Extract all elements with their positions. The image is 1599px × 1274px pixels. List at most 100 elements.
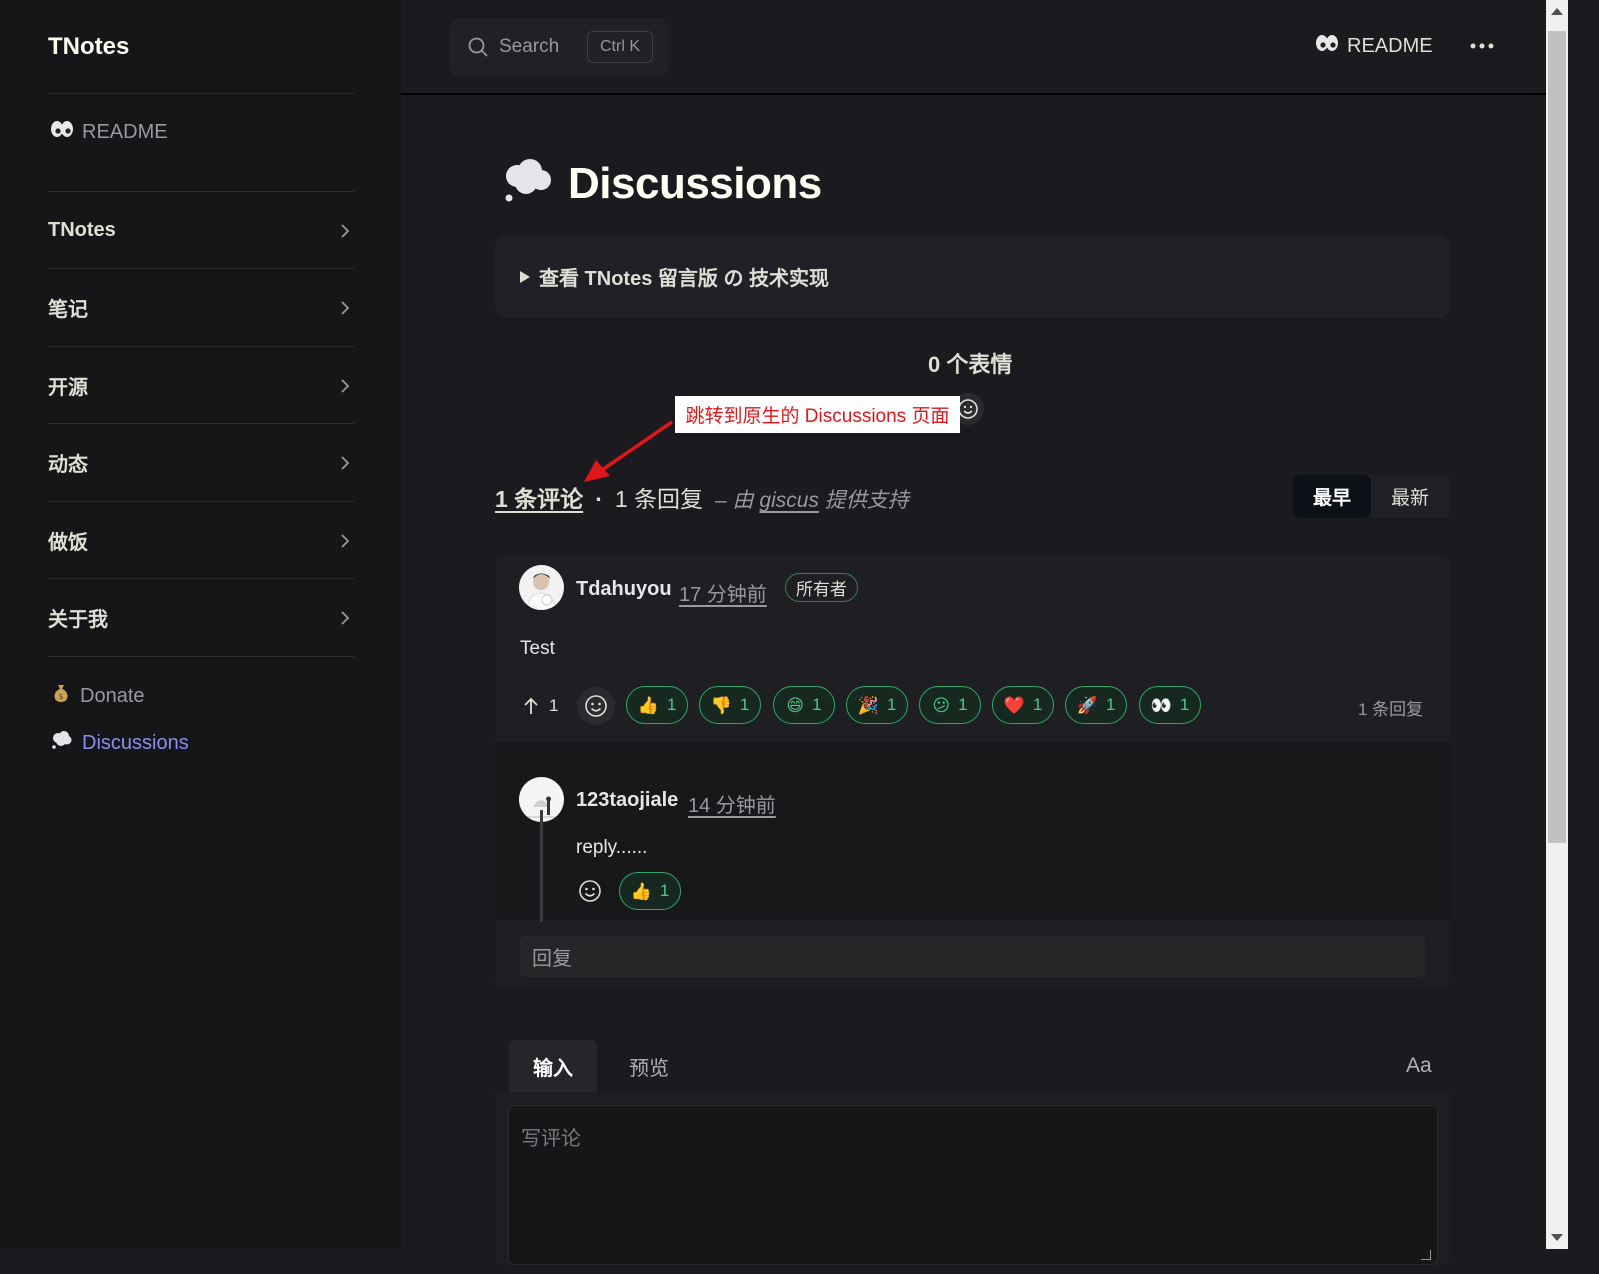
tab-write[interactable]: 输入 [509, 1040, 597, 1092]
sidebar: TNotes README TNotes 笔记 开源 动态 做饭 关于我 $ D… [0, 0, 401, 1249]
sidebar-divider [48, 93, 354, 94]
scroll-up-arrow-icon[interactable] [1551, 8, 1563, 15]
chevron-right-icon [341, 223, 350, 238]
comments-meta: 1 条评论 · 1 条回复 – 由 giscus 提供支持 [495, 480, 909, 514]
search-label: Search [499, 36, 560, 57]
money-bag-icon: $ [50, 682, 72, 710]
reaction-thumbs-up[interactable]: 👍 1 [626, 686, 688, 724]
sidebar-readme-link[interactable]: README [50, 120, 168, 144]
eyes-icon [50, 120, 74, 144]
reply-body: reply...... [576, 837, 648, 858]
tech-details-toggle[interactable]: 查看 TNotes 留言版 の 技术实现 [495, 235, 1450, 318]
sort-toggle: 最早 最新 [1293, 475, 1450, 518]
smiley-icon [579, 880, 601, 902]
comment-card: Tdahuyou 17 分钟前 所有者 Test 1 👍 1 👎 1 😄 1 🎉 1 😕… [495, 554, 1450, 990]
reaction-count: 1 [886, 695, 897, 714]
reply-author[interactable]: 123taojiale [576, 789, 678, 812]
chevron-right-icon [341, 455, 350, 470]
svg-text:$: $ [58, 692, 63, 701]
reaction-count: 1 [659, 881, 670, 900]
reaction-hooray[interactable]: 🎉 1 [846, 686, 908, 724]
comment-textarea[interactable]: 写评论 [508, 1105, 1438, 1265]
powered-by: – 由 giscus 提供支持 [715, 484, 909, 514]
reaction-thumbs-up[interactable]: 👍 1 [619, 872, 681, 910]
sidebar-group-activity[interactable]: 动态 [48, 424, 354, 501]
comment-time[interactable]: 17 分钟前 [679, 578, 767, 607]
smiley-icon [958, 399, 978, 419]
search-icon [468, 37, 488, 57]
sidebar-readme-label: README [82, 120, 168, 143]
reaction-count: 1 [1032, 695, 1043, 714]
tab-preview[interactable]: 预览 [605, 1040, 693, 1092]
add-reaction-button[interactable] [571, 872, 609, 910]
disclosure-triangle-icon [520, 270, 530, 283]
sidebar-group-label: 开源 [48, 377, 88, 399]
reaction-thumbs-down[interactable]: 👎 1 [699, 686, 761, 724]
page-scrollbar[interactable] [1546, 0, 1568, 1249]
arrow-up-icon [524, 697, 538, 714]
sidebar-group-open-source[interactable]: 开源 [48, 347, 354, 424]
comment-placeholder: 写评论 [521, 1128, 581, 1150]
giscus-link[interactable]: giscus [759, 489, 819, 512]
sidebar-group-notes[interactable]: 笔记 [48, 269, 354, 346]
sidebar-group-about[interactable]: 关于我 [48, 579, 354, 656]
reply-time[interactable]: 14 分钟前 [688, 789, 776, 818]
tech-details-summary: 查看 TNotes 留言版 の 技术实现 [539, 268, 830, 290]
chevron-right-icon [341, 378, 350, 393]
reply-thread-line [540, 810, 543, 922]
format-text-button[interactable]: Aa [1406, 1054, 1432, 1078]
sidebar-discussions-link[interactable]: Discussions [50, 729, 189, 757]
sidebar-donate-link[interactable]: $ Donate [50, 682, 145, 710]
meta-separator: · [595, 486, 603, 512]
thumbs-down-icon: 👎 [710, 695, 732, 715]
powered-prefix: – 由 [715, 489, 754, 512]
thought-balloon-icon [50, 729, 74, 757]
reaction-laugh[interactable]: 😄 1 [773, 686, 835, 724]
chevron-right-icon [341, 300, 350, 315]
reaction-count: 1 [958, 695, 968, 714]
reactions-count: 0 个表情 [928, 352, 1013, 377]
nav-readme-link[interactable]: README [1315, 34, 1433, 58]
sidebar-group-label: TNotes [48, 219, 116, 241]
thumbs-up-icon: 👍 [630, 881, 652, 901]
scroll-thumb[interactable] [1548, 31, 1566, 843]
reaction-confused[interactable]: 😕 1 [919, 686, 981, 724]
reaction-count: 1 [812, 695, 822, 714]
search-shortcut-key: Ctrl K [587, 31, 653, 63]
reply-input[interactable]: 回复 [520, 936, 1425, 977]
reaction-rocket[interactable]: 🚀 1 [1065, 686, 1127, 724]
thumbs-up-icon: 👍 [637, 695, 659, 715]
composer-tabs: 输入 预览 Aa [495, 1025, 1450, 1092]
upvote-button[interactable]: 1 [523, 696, 558, 716]
sort-oldest-button[interactable]: 最早 [1293, 475, 1371, 518]
search-button[interactable]: Search Ctrl K [449, 18, 668, 76]
scroll-down-arrow-icon[interactable] [1551, 1234, 1563, 1241]
sidebar-divider [48, 656, 354, 657]
comment-author[interactable]: Tdahuyou [576, 578, 672, 601]
resize-handle-icon[interactable] [1421, 1250, 1431, 1260]
site-logo[interactable]: TNotes [48, 33, 129, 61]
reaction-count: 1 [1179, 695, 1190, 714]
more-options-icon[interactable] [1469, 33, 1495, 66]
upvote-count: 1 [549, 696, 559, 715]
reaction-eyes[interactable]: 👀 1 [1139, 686, 1201, 724]
nav-readme-label: README [1347, 34, 1433, 57]
reaction-count: 1 [739, 695, 750, 714]
heart-icon: ❤️ [1003, 695, 1025, 715]
party-popper-icon: 🎉 [857, 695, 879, 715]
sidebar-group-cooking[interactable]: 做饭 [48, 502, 354, 579]
replies-count: 1 条回复 [614, 486, 704, 512]
comments-count-link[interactable]: 1 条评论 [495, 480, 583, 514]
page-title: Discussions [568, 158, 822, 208]
sidebar-group-tnotes[interactable]: TNotes [48, 192, 354, 269]
owner-badge: 所有者 [785, 573, 858, 602]
avatar[interactable] [519, 565, 564, 610]
chevron-right-icon [341, 610, 350, 625]
comment-composer: 输入 预览 Aa 写评论 [495, 1025, 1450, 1265]
comment-body: Test [520, 638, 555, 659]
add-reaction-button[interactable] [577, 687, 615, 725]
sort-newest-button[interactable]: 最新 [1371, 475, 1449, 518]
reaction-heart[interactable]: ❤️ 1 [992, 686, 1054, 724]
reaction-count: 1 [1105, 695, 1116, 714]
rocket-icon: 🚀 [1076, 695, 1098, 715]
